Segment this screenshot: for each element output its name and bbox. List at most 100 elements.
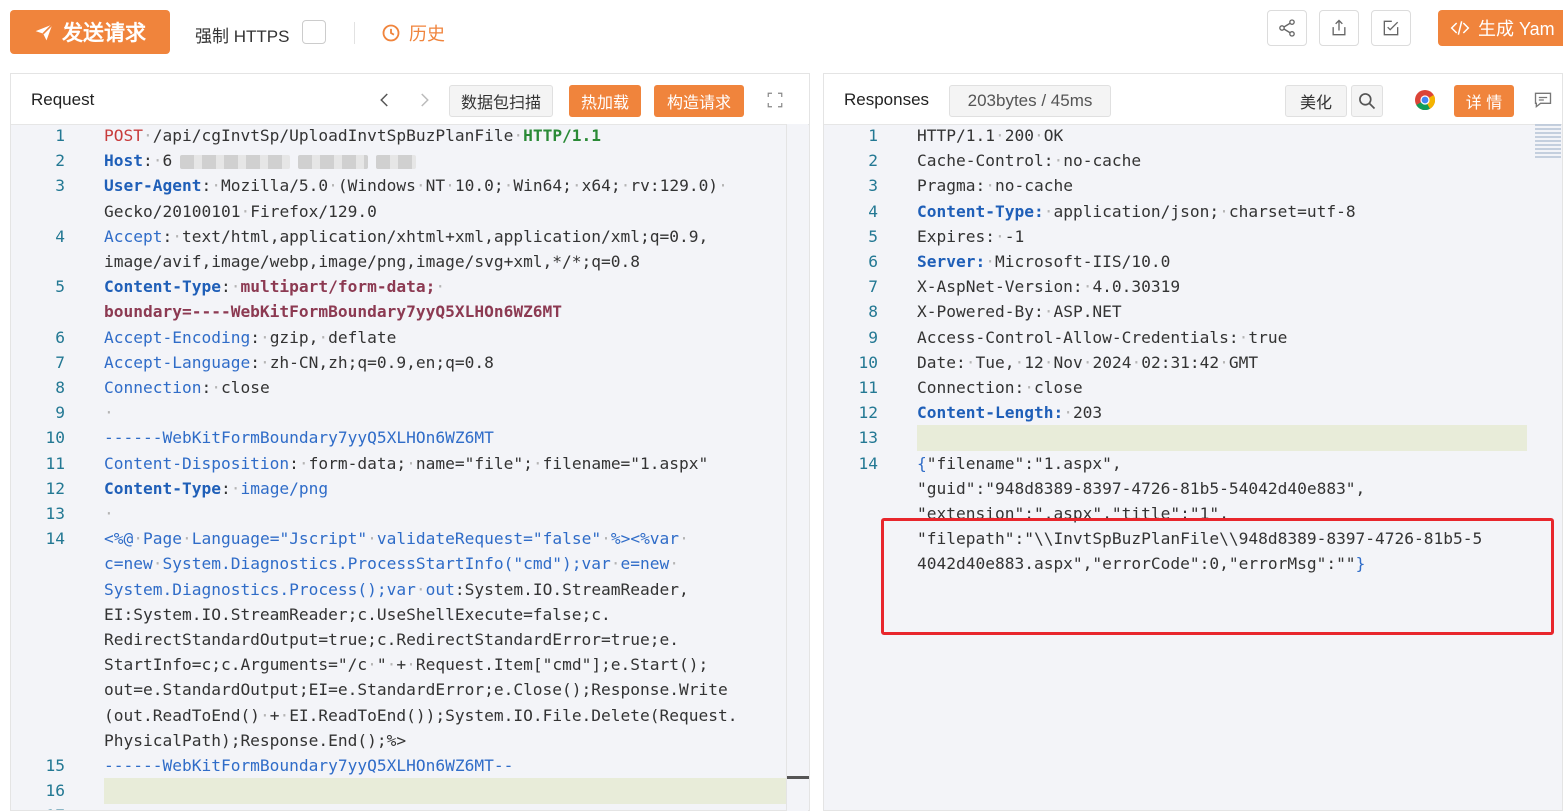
code-token: : [201, 176, 212, 196]
whitespace-marker: · [1043, 201, 1054, 221]
code-token: X-Powered-By: [917, 302, 1044, 322]
line-text: PhysicalPath);Response.End();%> [104, 728, 406, 753]
code-token: <%@ [104, 529, 134, 549]
line-text: Connection:·close [917, 375, 1083, 400]
chrome-icon [1415, 90, 1436, 111]
code-token: :System.IO.StreamReader, [454, 579, 689, 599]
code-line: "guid":"948d8389-8397-4726-81b5-54042d40… [824, 476, 1562, 501]
code-token: Language="Jscript" [191, 529, 368, 549]
code-token: Gecko/20100101 [104, 201, 241, 221]
request-scrollbar[interactable] [786, 124, 809, 811]
code-token: 200 [1004, 126, 1034, 145]
line-number: 6 [55, 327, 65, 347]
code-token: Accept-Encoding [104, 327, 251, 347]
code-line: 9 · [11, 400, 809, 425]
search-button[interactable] [1351, 85, 1383, 117]
line-number: 13 [858, 428, 879, 448]
code-token: deflate [328, 327, 397, 347]
code-token: Content-Type [104, 277, 221, 297]
code-token: boundary=----WebKitFormBoundary7yyQ5XLHO… [104, 302, 563, 322]
detail-button[interactable]: 详 情 [1454, 85, 1514, 117]
toolbar-divider [354, 22, 355, 44]
history-button[interactable]: 历史 [381, 20, 445, 46]
code-line: 4 Content-Type:·application/json;·charset… [824, 199, 1562, 224]
code-token: ------WebKitFormBoundary7yyQ5XLHOn6WZ6MT [104, 428, 494, 448]
prev-button[interactable] [375, 88, 395, 112]
code-token: : [220, 478, 231, 498]
build-request-button[interactable]: 构造请求 [654, 85, 744, 117]
code-token: NT [425, 176, 446, 196]
check-button[interactable] [1371, 10, 1411, 46]
whitespace-marker: · [415, 579, 426, 599]
export-button[interactable] [1319, 10, 1359, 46]
send-request-button[interactable]: 发送请求 [10, 10, 170, 54]
code-token: (Windows [337, 176, 416, 196]
line-text: Gecko/20100101·Firefox/129.0 [104, 199, 377, 224]
response-header: Responses 203bytes / 45ms 美化 详 情 [824, 74, 1562, 125]
comment-button[interactable] [1530, 87, 1556, 113]
code-line: RedirectStandardOutput=true;c.RedirectSt… [11, 627, 809, 652]
line-number: 15 [45, 756, 66, 775]
code-token: "filename":"1.aspx", [926, 453, 1122, 473]
whitespace-marker: · [985, 176, 995, 196]
next-button[interactable] [414, 88, 434, 112]
code-line: 13 [824, 425, 1562, 450]
hot-load-button[interactable]: 热加载 [569, 85, 641, 117]
code-line: PhysicalPath);Response.End();%> [11, 728, 809, 753]
code-line: 10 ------WebKitFormBoundary7yyQ5XLHOn6WZ6… [11, 425, 809, 450]
redacted-host [376, 154, 417, 169]
code-token: true [1248, 327, 1288, 347]
whitespace-marker: · [994, 226, 1005, 246]
response-minimap[interactable] [1535, 124, 1561, 160]
whitespace-marker: · [406, 655, 416, 675]
line-number: 12 [858, 403, 879, 423]
code-token: -1 [1004, 226, 1025, 246]
whitespace-marker: · [1082, 352, 1093, 372]
whitespace-marker: · [1053, 151, 1064, 171]
code-line: 7 X-AspNet-Version:·4.0.30319 [824, 274, 1562, 299]
code-token: Server: [917, 252, 986, 271]
clock-icon [382, 24, 400, 42]
line-text: User-Agent:·Mozilla/5.0·(Windows·NT·10.0… [104, 173, 728, 198]
code-line: 3 Pragma:·no-cache [824, 173, 1562, 198]
chevron-right-icon [421, 93, 429, 107]
line-number: 13 [45, 504, 66, 523]
code-line: 2 Cache-Control:·no-cache [824, 148, 1562, 173]
code-token: : [201, 378, 212, 397]
packet-scan-button[interactable]: 数据包扫描 [449, 85, 553, 117]
code-token: RedirectStandardOutput=true;c.RedirectSt… [104, 630, 679, 649]
whitespace-marker: · [259, 705, 270, 725]
code-token: : [289, 453, 299, 473]
request-scroll-thumb[interactable] [787, 776, 809, 779]
fullscreen-button[interactable] [762, 87, 788, 113]
request-editor[interactable]: 1 POST·/api/cgInvtSp/UploadInvtSpBuzPlanF… [11, 125, 809, 810]
line-number: 1 [868, 126, 878, 145]
send-request-label: 发送请求 [62, 22, 146, 45]
whitespace-marker: · [240, 201, 251, 221]
code-token: Connection: [917, 378, 1025, 397]
whitespace-marker: · [279, 705, 290, 725]
generate-yaml-button[interactable]: 生成 Yam [1438, 10, 1563, 46]
code-line: (out.ReadToEnd()·+·EI.ReadToEnd());Syste… [11, 703, 809, 728]
line-text: c=new·System.Diagnostics.ProcessStartInf… [104, 551, 679, 576]
code-line: 8 Connection:·close [11, 375, 809, 400]
line-text: (out.ReadToEnd()·+·EI.ReadToEnd());Syste… [104, 703, 738, 728]
beautify-button[interactable]: 美化 [1285, 85, 1347, 117]
code-token: Expires: [917, 226, 995, 246]
response-editor[interactable]: 1 HTTP/1.1·200·OK 2 Cache-Control:·no-cache… [824, 125, 1562, 810]
line-number: 5 [868, 226, 878, 246]
share-button[interactable] [1267, 10, 1307, 46]
chrome-button[interactable] [1412, 87, 1438, 113]
whitespace-marker: · [328, 176, 338, 196]
code-token: Pragma: [917, 176, 986, 196]
line-text: X-AspNet-Version:·4.0.30319 [917, 274, 1180, 299]
code-token: out=e.StandardOutput;EI=e.StandardError;… [104, 680, 728, 700]
force-https-checkbox[interactable] [302, 20, 326, 44]
code-token: Nov [1053, 352, 1083, 372]
code-token: + [269, 705, 280, 725]
code-token: 10.0; [454, 176, 504, 196]
whitespace-marker: · [601, 529, 611, 549]
whitespace-marker: · [181, 529, 192, 549]
code-token: Accept [104, 226, 163, 246]
code-token: (out.ReadToEnd() [104, 705, 260, 725]
